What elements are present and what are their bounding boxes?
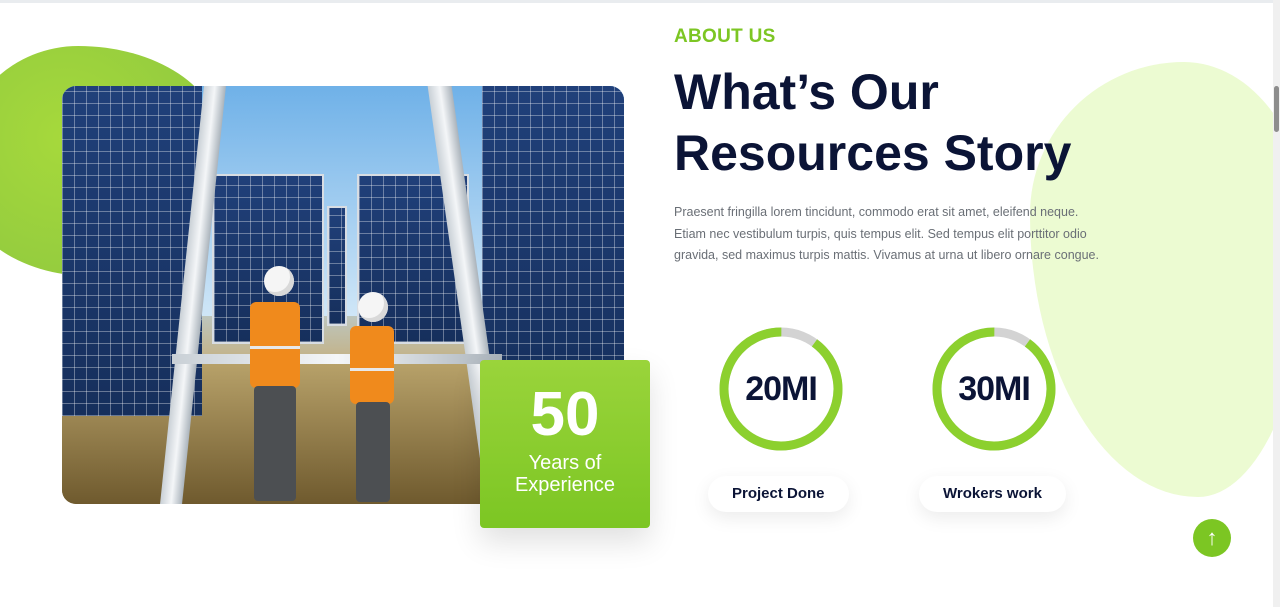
section-title-line1: What’s Our	[674, 64, 939, 120]
stat-label: Project Done	[708, 476, 849, 512]
experience-badge: 50 Years of Experience	[480, 360, 650, 528]
worker-figure	[242, 266, 312, 504]
top-divider	[0, 0, 1280, 3]
arrow-up-icon: ↑	[1206, 525, 1218, 550]
section-description: Praesent fringilla lorem tincidunt, comm…	[674, 205, 1099, 262]
experience-label-line1: Years of	[528, 452, 602, 474]
scrollbar-thumb[interactable]	[1274, 86, 1279, 132]
stat-workers-work: 30MI Wrokers work	[919, 326, 1066, 516]
section-title-line2: Resources Story	[674, 125, 1072, 181]
stat-value: 30MI	[958, 370, 1031, 408]
page-scrollbar[interactable]	[1273, 0, 1280, 607]
experience-label: Years of Experience	[480, 452, 650, 496]
scroll-to-top-button[interactable]: ↑	[1193, 519, 1231, 557]
experience-label-line2: Experience	[514, 474, 616, 496]
stat-label: Wrokers work	[919, 476, 1066, 512]
section-eyebrow: ABOUT US	[674, 26, 776, 47]
worker-figure	[344, 292, 404, 504]
stat-value: 20MI	[745, 370, 818, 408]
panel-frame-rail	[172, 354, 502, 364]
experience-number: 50	[530, 380, 600, 449]
stat-project-done: 20MI Project Done	[706, 326, 849, 516]
section-title: What’s Our Resources Story	[674, 62, 1134, 184]
